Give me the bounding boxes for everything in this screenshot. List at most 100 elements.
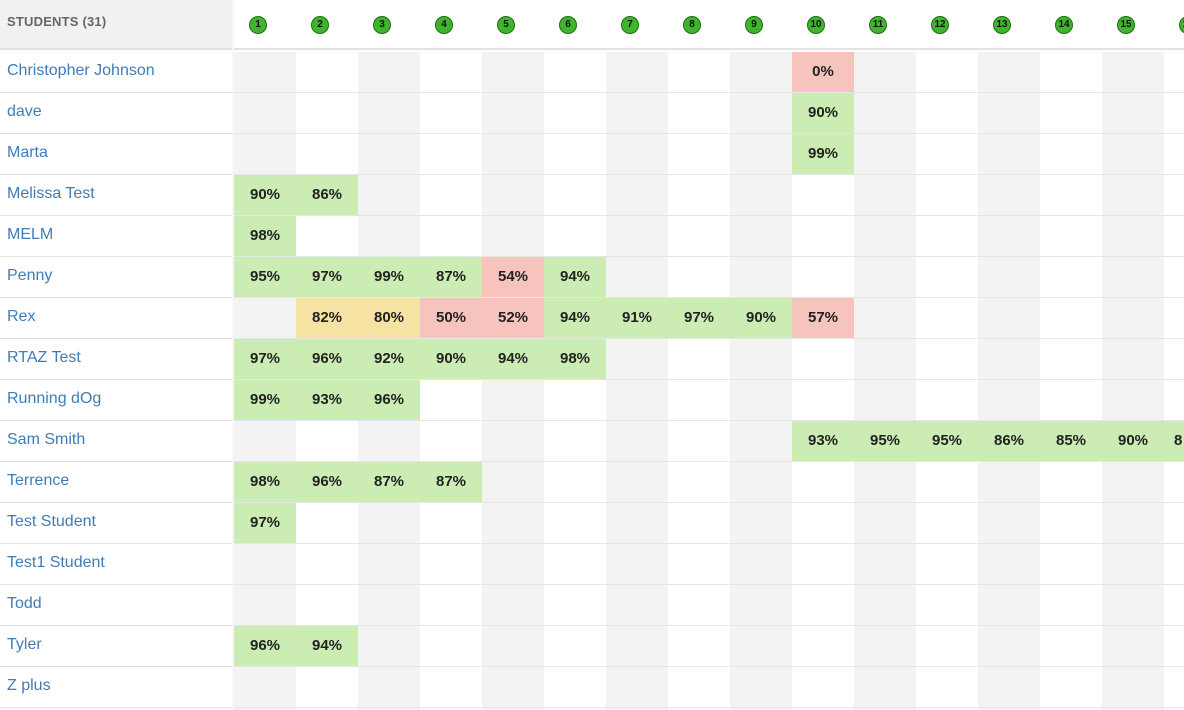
student-name-link[interactable]: Todd (7, 595, 42, 613)
student-name-link[interactable]: Tyler (7, 636, 42, 654)
lesson-number-badge[interactable]: 13 (993, 16, 1011, 34)
score-cell[interactable]: 97% (234, 503, 296, 543)
column-background (854, 52, 916, 710)
score-cell[interactable]: 87% (420, 462, 482, 502)
score-cell[interactable]: 96% (296, 462, 358, 502)
lesson-number-badge[interactable]: 6 (559, 16, 577, 34)
score-cell[interactable]: 92% (358, 339, 420, 379)
score-grid: 12345678910111213141516 0%90%99%90%86%98… (234, 0, 1184, 710)
student-row: Marta (0, 134, 232, 175)
student-name-link[interactable]: Christopher Johnson (7, 62, 155, 80)
student-name-link[interactable]: Z plus (7, 677, 51, 695)
student-row: Penny (0, 257, 232, 298)
lesson-number-badge[interactable]: 10 (807, 16, 825, 34)
lesson-number-badge[interactable]: 14 (1055, 16, 1073, 34)
column-background (482, 52, 544, 710)
student-name-link[interactable]: Marta (7, 144, 48, 162)
score-cell[interactable]: 86% (296, 175, 358, 215)
student-name-link[interactable]: Test Student (7, 513, 96, 531)
score-cell[interactable]: 90% (730, 298, 792, 338)
score-cell[interactable]: 96% (234, 626, 296, 666)
student-name-link[interactable]: Rex (7, 308, 35, 326)
lesson-number-badge[interactable]: 8 (683, 16, 701, 34)
student-row: Rex (0, 298, 232, 339)
score-cell[interactable]: 96% (358, 380, 420, 420)
score-cell[interactable]: 87% (358, 462, 420, 502)
score-cell[interactable]: 94% (482, 339, 544, 379)
lesson-number-badge[interactable]: 16 (1179, 16, 1184, 34)
score-cell[interactable]: 86% (978, 421, 1040, 461)
student-row: Todd (0, 585, 232, 626)
score-cell[interactable]: 99% (234, 380, 296, 420)
student-name-link[interactable]: Terrence (7, 472, 69, 490)
score-cell[interactable]: 95% (234, 257, 296, 297)
lesson-number-badge[interactable]: 7 (621, 16, 639, 34)
score-cell[interactable]: 82% (296, 298, 358, 338)
lesson-number-badge[interactable]: 4 (435, 16, 453, 34)
student-name-link[interactable]: Running dOg (7, 390, 101, 408)
score-cell[interactable]: 98% (544, 339, 606, 379)
row-divider (234, 133, 1184, 134)
score-cell[interactable]: 98% (234, 216, 296, 256)
student-row: Terrence (0, 462, 232, 503)
student-name-link[interactable]: Penny (7, 267, 52, 285)
lesson-number-badge[interactable]: 3 (373, 16, 391, 34)
lesson-number-badge[interactable]: 12 (931, 16, 949, 34)
score-cell[interactable]: 97% (296, 257, 358, 297)
lesson-number-badge[interactable]: 1 (249, 16, 267, 34)
score-cell[interactable]: 99% (358, 257, 420, 297)
student-name-link[interactable]: Test1 Student (7, 554, 105, 572)
score-cell[interactable]: 97% (234, 339, 296, 379)
lesson-number-badge[interactable]: 11 (869, 16, 887, 34)
student-row: dave (0, 93, 232, 134)
column-background (916, 52, 978, 710)
score-cell[interactable]: 87% (420, 257, 482, 297)
score-cell[interactable]: 93% (792, 421, 854, 461)
student-row: Sam Smith (0, 421, 232, 462)
score-cell[interactable]: 94% (544, 298, 606, 338)
score-cell[interactable]: 90% (1102, 421, 1164, 461)
score-cell[interactable]: 8 (1164, 421, 1184, 461)
score-cell[interactable]: 94% (296, 626, 358, 666)
score-cell[interactable]: 99% (792, 134, 854, 174)
lesson-number-badge[interactable]: 15 (1117, 16, 1135, 34)
lesson-number-badge[interactable]: 2 (311, 16, 329, 34)
score-cell[interactable]: 90% (792, 93, 854, 133)
student-row: Test1 Student (0, 544, 232, 585)
score-cell[interactable]: 90% (420, 339, 482, 379)
lesson-number-badge[interactable]: 9 (745, 16, 763, 34)
student-name-link[interactable]: MELM (7, 226, 53, 244)
score-cell[interactable]: 94% (544, 257, 606, 297)
score-cell[interactable]: 54% (482, 257, 544, 297)
row-divider (234, 174, 1184, 175)
column-background (978, 52, 1040, 710)
student-name-link[interactable]: RTAZ Test (7, 349, 81, 367)
score-cell[interactable]: 52% (482, 298, 544, 338)
row-divider (234, 707, 1184, 708)
score-cell[interactable]: 57% (792, 298, 854, 338)
row-divider (234, 666, 1184, 667)
score-cell[interactable]: 90% (234, 175, 296, 215)
student-name-link[interactable]: Sam Smith (7, 431, 85, 449)
student-row: RTAZ Test (0, 339, 232, 380)
score-cell[interactable]: 0% (792, 52, 854, 92)
score-cell[interactable]: 96% (296, 339, 358, 379)
column-background (606, 52, 668, 710)
score-cell[interactable]: 95% (854, 421, 916, 461)
score-cell[interactable]: 80% (358, 298, 420, 338)
score-cell[interactable]: 95% (916, 421, 978, 461)
row-divider (234, 502, 1184, 503)
lesson-number-badge[interactable]: 5 (497, 16, 515, 34)
column-background (544, 52, 606, 710)
score-cell[interactable]: 93% (296, 380, 358, 420)
score-cell[interactable]: 85% (1040, 421, 1102, 461)
column-background (420, 52, 482, 710)
students-count-label[interactable]: STUDENTS (31) (7, 14, 106, 29)
score-cell[interactable]: 50% (420, 298, 482, 338)
score-cell[interactable]: 98% (234, 462, 296, 502)
row-divider (234, 92, 1184, 93)
student-name-link[interactable]: Melissa Test (7, 185, 95, 203)
score-cell[interactable]: 97% (668, 298, 730, 338)
student-name-link[interactable]: dave (7, 103, 42, 121)
score-cell[interactable]: 91% (606, 298, 668, 338)
